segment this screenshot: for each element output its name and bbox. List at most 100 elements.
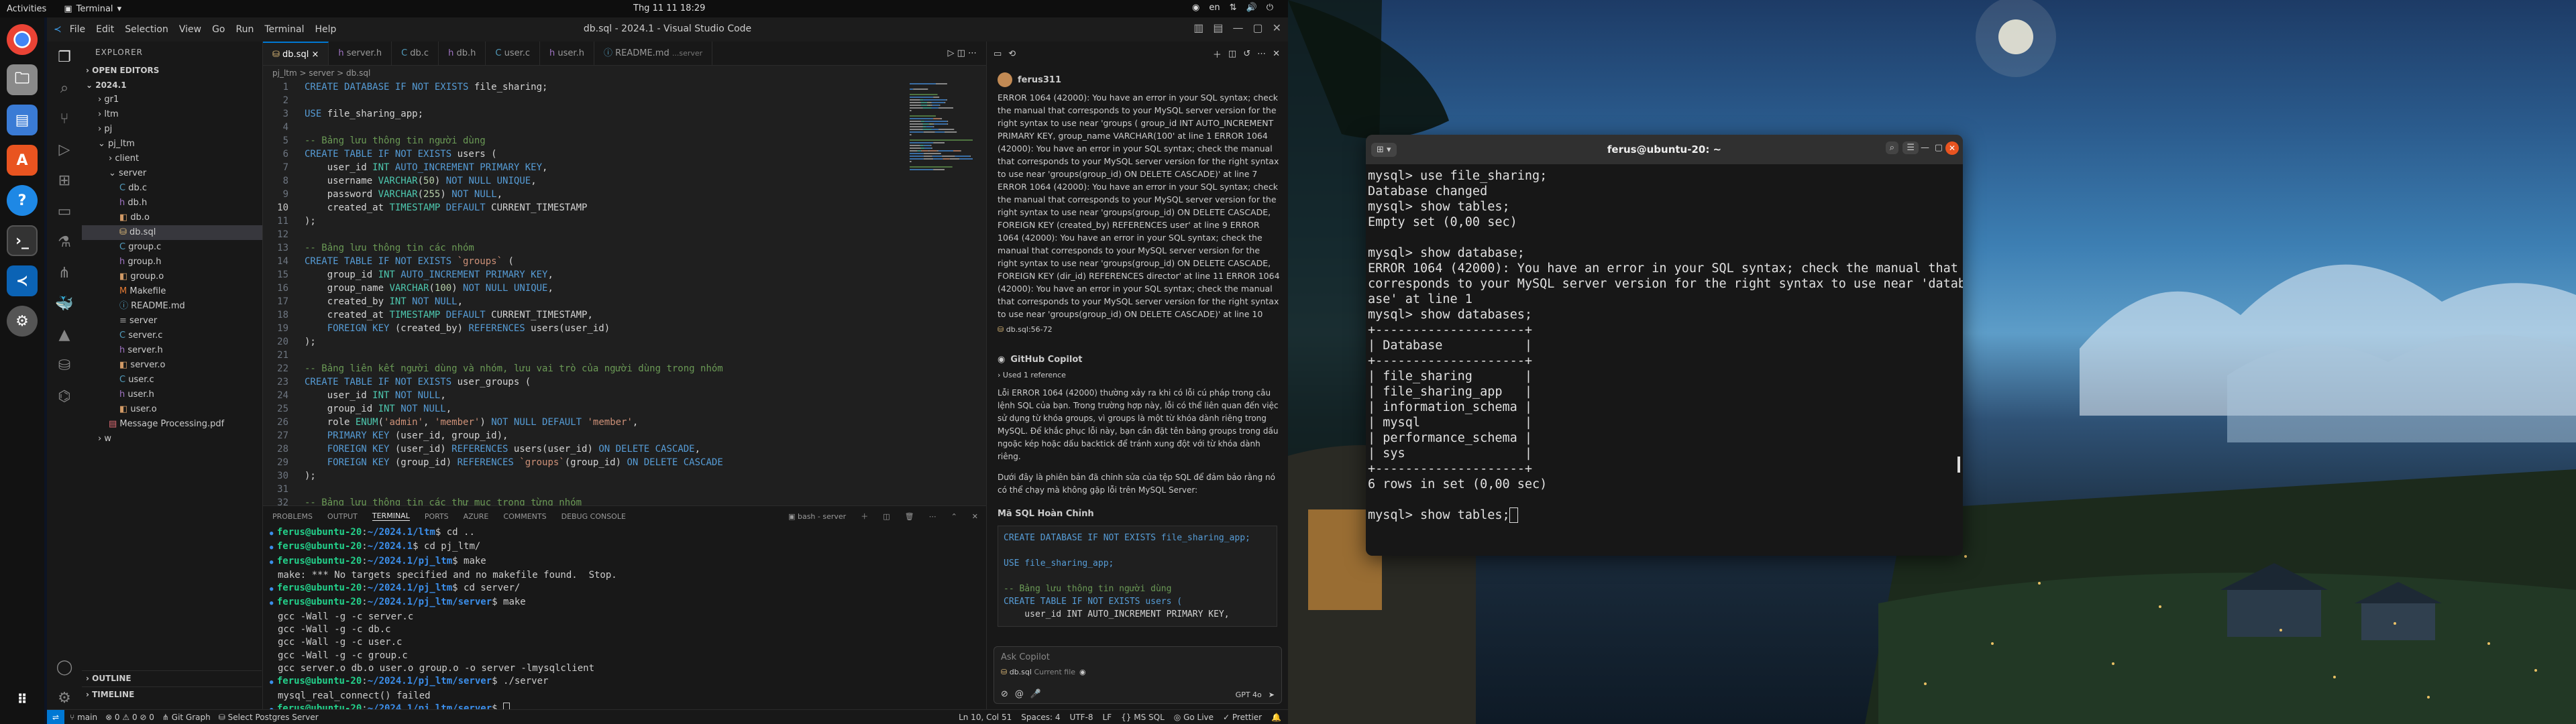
run-debug-icon[interactable]: ▷ [54,139,75,161]
show-apps-icon[interactable]: ⠿ [7,684,38,715]
more-icon[interactable]: ⋯ [929,512,936,521]
manage-gear-icon[interactable]: ⚙ [54,688,75,709]
tree-item[interactable]: › ltm [82,107,262,122]
code-line[interactable]: 26 role ENUM('admin', 'member') NOT NULL… [263,416,986,429]
terminal-icon[interactable]: ›_ [7,225,38,256]
account-icon[interactable]: ◯ [54,657,75,678]
code-line[interactable]: 2 [263,94,986,107]
mention-icon[interactable]: @ [1015,689,1024,699]
open-editors-section[interactable]: › OPEN EDITORS [82,63,262,78]
menu-terminal[interactable]: Terminal [264,24,304,35]
tree-item[interactable]: ⛁ db.sql [82,225,262,240]
split-terminal-icon[interactable]: ◫ [883,512,890,521]
layout-icon[interactable]: ▥ [1193,21,1203,34]
integrated-terminal[interactable]: ● ferus@ubuntu-20:~/2024.1/ltm$ cd .. ● f… [263,526,986,717]
testing-icon[interactable]: ⚗ [54,232,75,253]
code-line[interactable]: 10 created_at TIMESTAMP DEFAULT CURRENT_… [263,201,986,215]
panel-tab-output[interactable]: OUTPUT [327,512,358,521]
language-mode[interactable]: {} MS SQL [1121,713,1165,722]
chat-input[interactable]: Ask Copilot ⛁ db.sql Current file ◉ ⊘ @ … [994,646,1282,704]
app-menu[interactable]: ▣ Terminal ▾ [64,4,121,14]
prettier-button[interactable]: ✓ Prettier [1223,713,1262,722]
menu-selection[interactable]: Selection [125,24,168,35]
tree-item[interactable]: h group.h [82,255,262,269]
code-line[interactable]: 11); [263,215,986,228]
menu-file[interactable]: File [70,24,85,35]
tree-item[interactable]: › gr1 [82,93,262,107]
database-icon[interactable]: ⛁ [54,355,75,377]
new-terminal-icon[interactable]: ＋ [861,511,868,522]
terminal-shell-label[interactable]: ▣ bash - server [788,512,846,521]
maximize-button[interactable]: ▢ [1935,143,1943,153]
go-live-button[interactable]: ◎ Go Live [1174,713,1214,722]
tree-item[interactable]: ◧ group.o [82,269,262,284]
panel-tab-problems[interactable]: PROBLEMS [272,512,313,521]
tab-user-h[interactable]: h user.h [540,42,594,65]
tree-item[interactable]: h server.h [82,343,262,358]
code-line[interactable]: 16 group_name VARCHAR(100) NOT NULL UNIQ… [263,282,986,295]
minimize-button[interactable]: — [1921,143,1929,153]
code-line[interactable]: 7 user_id INT AUTO_INCREMENT PRIMARY KEY… [263,161,986,174]
hamburger-menu-icon[interactable]: ☰ [1902,141,1919,154]
more-icon[interactable]: ⋯ [1257,49,1266,59]
code-line[interactable]: 6 CREATE TABLE IF NOT EXISTS users ( [263,147,986,161]
tree-item[interactable]: C server.c [82,328,262,343]
tree-item[interactable]: M Makefile [82,284,262,299]
code-line[interactable]: 18 created_at TIMESTAMP DEFAULT CURRENT_… [263,308,986,322]
tree-item[interactable]: ◧ server.o [82,358,262,373]
activities-button[interactable]: Activities [7,4,46,14]
history-icon[interactable]: ⟲ [1008,49,1016,59]
used-references[interactable]: › Used 1 reference [987,369,1288,381]
docker-icon[interactable]: 🐳 [54,294,75,315]
file-reference-chip[interactable]: ⛁ db.sql:56-72 [987,323,1288,336]
tree-item[interactable]: ◧ user.o [82,402,262,417]
settings-icon[interactable]: ⚙ [7,306,38,337]
history-list-icon[interactable]: ↺ [1243,49,1250,59]
code-line[interactable]: 20); [263,335,986,349]
mic-icon[interactable]: 🎤 [1030,689,1041,699]
code-line[interactable]: 29 FOREIGN KEY (group_id) REFERENCES `gr… [263,456,986,469]
minimize-button[interactable]: — [1232,21,1243,34]
git-graph-button[interactable]: ⋔ Git Graph [162,713,211,722]
tree-item[interactable]: ⌄ server [82,166,262,181]
code-line[interactable]: 5 -- Bảng lưu thông tin người dùng [263,134,986,147]
split-editor-icon[interactable]: ◫ [957,48,968,58]
maximize-panel-icon[interactable]: ⌃ [951,512,957,521]
tab-db-c[interactable]: C db.c [392,42,439,65]
minimap[interactable] [906,80,986,282]
search-icon[interactable]: ⌕ [1885,141,1898,154]
code-line[interactable]: 30); [263,469,986,483]
problems-indicator[interactable]: ⊗ 0 ⚠ 0 ⊘ 0 [105,713,154,722]
terminal-output[interactable]: mysql> use file_sharing; Database changed… [1366,164,1963,556]
menu-run[interactable]: Run [235,24,254,35]
help-icon[interactable]: ? [7,185,38,216]
tree-item[interactable]: › w [82,432,262,446]
line-ending[interactable]: LF [1103,713,1112,722]
code-line[interactable]: 19 FOREIGN KEY (created_by) REFERENCES u… [263,322,986,335]
search-icon[interactable]: ⌕ [54,78,75,99]
workspace-root[interactable]: ⌄ 2024.1 [82,78,262,93]
code-line[interactable]: 27 PRIMARY KEY (user_id, group_id), [263,429,986,442]
tab-server-h[interactable]: h server.h [329,42,392,65]
tree-item[interactable]: ▤ Message Processing.pdf [82,417,262,432]
encoding[interactable]: UTF-8 [1070,713,1093,722]
trash-icon[interactable]: 🗑 [905,512,914,521]
close-icon[interactable]: ✕ [1273,49,1280,59]
menu-help[interactable]: Help [315,24,337,35]
code-line[interactable]: 12 [263,228,986,241]
code-line[interactable]: 13 -- Bảng lưu thông tin các nhóm [263,241,986,255]
tree-item[interactable]: h db.h [82,196,262,210]
panel-tab-comments[interactable]: COMMENTS [503,512,546,521]
code-line[interactable]: 23 CREATE TABLE IF NOT EXISTS user_groups… [263,375,986,389]
code-line[interactable]: 17 created_by INT NOT NULL, [263,295,986,308]
new-chat-icon[interactable]: ＋ [1213,48,1222,60]
close-button[interactable]: ✕ [1945,141,1959,155]
tree-item[interactable]: › client [82,152,262,166]
more-icon[interactable]: ⋯ [968,48,977,58]
tree-item[interactable]: C db.c [82,181,262,196]
git-graph-icon[interactable]: ⋔ [54,263,75,284]
tree-item[interactable]: ⌄ pj_ltm [82,137,262,152]
menu-edit[interactable]: Edit [96,24,114,35]
menu-go[interactable]: Go [212,24,225,35]
attach-chip[interactable]: ⛁ db.sql Current file [1001,668,1075,676]
